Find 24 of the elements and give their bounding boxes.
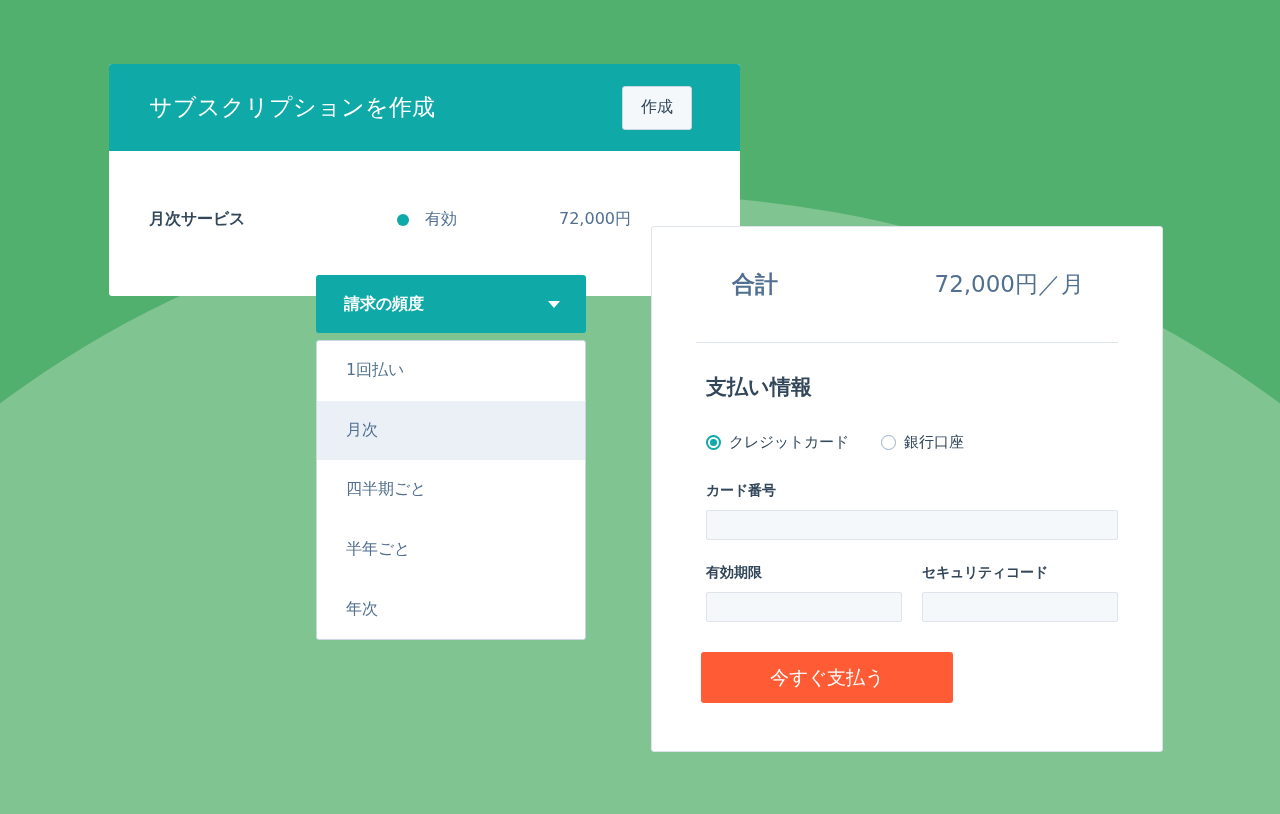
dropdown-option[interactable]: 四半期ごと — [317, 460, 585, 520]
security-code-field[interactable] — [922, 592, 1118, 622]
pay-now-button[interactable]: 今すぐ支払う — [701, 652, 953, 703]
total-value: 72,000円／月 — [934, 270, 1084, 299]
field-label: セキュリティコード — [922, 564, 1049, 582]
field-label: カード番号 — [706, 482, 777, 500]
card-number-field[interactable] — [706, 510, 1118, 540]
subscription-price: 72,000円 — [559, 209, 631, 230]
create-button[interactable]: 作成 — [622, 85, 692, 130]
dropdown-option[interactable]: 月次 — [317, 400, 585, 461]
card-title: サブスクリプションを作成 — [149, 93, 435, 122]
expiry-field[interactable] — [706, 592, 902, 622]
frequency-dropdown[interactable]: 請求の頻度 — [316, 275, 586, 333]
payment-method-radio[interactable]: クレジットカード — [706, 433, 849, 452]
section-title: 支払い情報 — [706, 374, 813, 401]
status-text: 有効 — [425, 209, 457, 230]
total-label: 合計 — [732, 270, 778, 299]
dropdown-option[interactable]: 年次 — [317, 579, 585, 639]
field-label: 有効期限 — [706, 564, 763, 582]
dropdown-option[interactable]: 半年ごと — [317, 519, 585, 580]
status-dot — [397, 213, 409, 226]
subscription-name: 月次サービス — [149, 209, 246, 230]
payment-method-radio[interactable]: 銀行口座 — [881, 433, 964, 452]
dropdown-option[interactable]: 1回払い — [317, 341, 585, 401]
